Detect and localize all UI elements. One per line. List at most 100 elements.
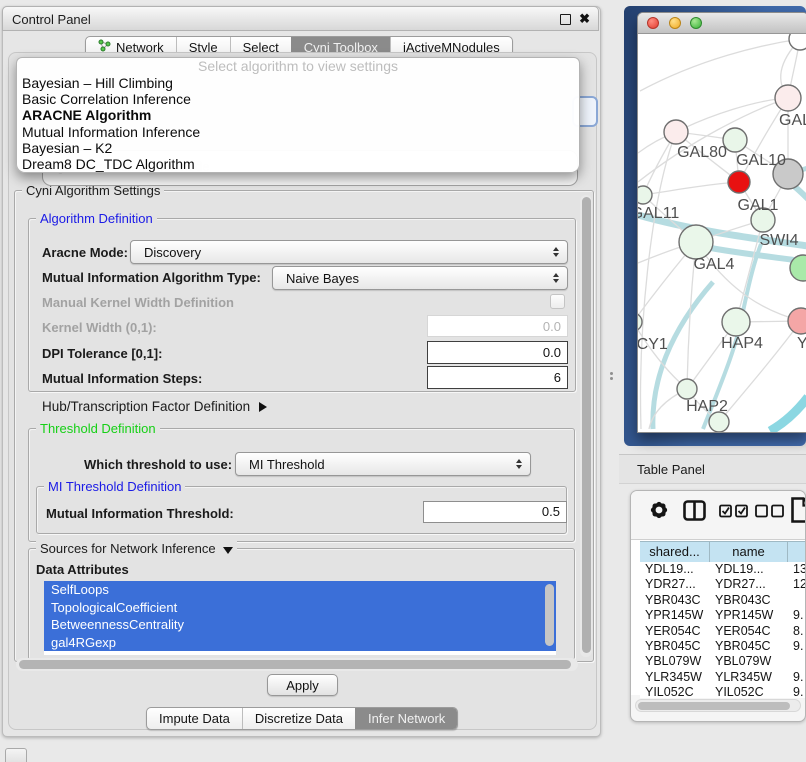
table-row-ybr045c[interactable]: YBR045CYBR045C9. [640, 639, 805, 654]
network-node-gcy1[interactable] [638, 313, 642, 331]
table-toolbar [631, 491, 805, 540]
gear-icon[interactable] [647, 498, 671, 527]
mi-threshold-field[interactable]: 0.5 [423, 501, 567, 523]
aracne-mode-value: Discovery [144, 245, 201, 260]
stepper-arrows-icon [516, 459, 522, 469]
table-cell: YBR045C [640, 639, 710, 654]
table-horizontal-scrollbar[interactable] [635, 699, 801, 712]
horizontal-scrollbar[interactable] [16, 658, 578, 671]
table-cell: 9. [788, 608, 805, 623]
tab-discretize-data[interactable]: Discretize Data [242, 708, 355, 729]
panel-divider-handle[interactable] [610, 372, 613, 375]
table-cell: 8. [788, 624, 805, 639]
network-canvas[interactable]: GALGAL80GAL10GAL1GAL11GAL4SWI4GCY1HAP4YH… [638, 34, 806, 433]
dpi-tolerance-field[interactable]: 0.0 [427, 341, 568, 364]
attribute-item-selfloops[interactable]: SelfLoops [44, 581, 556, 599]
node-label-gal10: GAL10 [736, 152, 786, 169]
mi-threshold-label: Mutual Information Threshold: [46, 506, 234, 521]
threshold-definition-legend: Threshold Definition [36, 421, 160, 436]
column-header-name[interactable]: name [710, 542, 788, 563]
kernel-width-field: 0.0 [427, 315, 568, 337]
control-panel-titlebar: Control Panel ✖ [2, 6, 599, 31]
manual-kernel-checkbox [550, 294, 565, 309]
tab-label: Infer Network [368, 708, 445, 729]
table-cell: 9. [788, 685, 805, 698]
apply-button[interactable]: Apply [267, 674, 338, 696]
settings-scrollbar[interactable] [580, 195, 592, 657]
algorithm-option-aracne-algorithm[interactable]: ARACNE Algorithm [17, 107, 579, 123]
float-window-icon[interactable] [560, 14, 571, 25]
network-node-hap2[interactable] [677, 379, 697, 399]
dpi-tolerance-label: DPI Tolerance [0,1]: [42, 346, 162, 361]
table-row-yer054c[interactable]: YER054CYER054C8. [640, 624, 805, 639]
tab-infer-network[interactable]: Infer Network [355, 708, 457, 729]
table-row-ybl079w[interactable]: YBL079WYBL079W [640, 654, 805, 669]
network-node[interactable] [709, 412, 729, 432]
node-label-hap2: HAP2 [686, 398, 728, 415]
mi-type-combo[interactable]: Naive Bayes [272, 266, 568, 290]
data-attributes-list[interactable]: SelfLoopsTopologicalCoefficientBetweenne… [44, 581, 556, 655]
mi-steps-label: Mutual Information Steps: [42, 371, 202, 386]
table-row-ydl19[interactable]: YDL19...YDL19...13 [640, 562, 805, 577]
algorithm-option-dream8-dc-tdc-algorithm[interactable]: Dream8 DC_TDC Algorithm [17, 156, 579, 172]
aracne-mode-combo[interactable]: Discovery [130, 240, 568, 264]
table-cell: YBR043C [640, 593, 710, 608]
table-cell: YPR145W [710, 608, 788, 623]
table-row-ypr145w[interactable]: YPR145WYPR145W9. [640, 608, 805, 623]
network-node-gal4[interactable] [679, 225, 713, 259]
hub-section-toggle[interactable]: Hub/Transcription Factor Definition [42, 399, 267, 414]
network-node-gal80[interactable] [664, 120, 688, 144]
table-row-ydr27[interactable]: YDR27...YDR27...12 [640, 577, 805, 592]
close-panel-icon[interactable]: ✖ [579, 11, 590, 27]
which-threshold-value: MI Threshold [249, 457, 325, 472]
table-cell [788, 593, 805, 608]
split-columns-icon[interactable] [683, 500, 706, 526]
minimize-window-icon[interactable] [669, 17, 681, 29]
stepper-arrows-icon [553, 247, 559, 257]
algorithm-option-basic-correlation-inference[interactable]: Basic Correlation Inference [17, 91, 579, 107]
tab-label: Impute Data [159, 708, 230, 729]
panel-divider-handle[interactable] [610, 377, 613, 380]
hub-section-label: Hub/Transcription Factor Definition [42, 399, 250, 414]
table-row-yil052c[interactable]: YIL052CYIL052C9. [640, 685, 805, 698]
deselect-all-icon[interactable] [755, 504, 785, 523]
table-cell: YDL19... [710, 562, 788, 577]
which-threshold-label: Which threshold to use: [84, 457, 232, 472]
algorithm-option-bayesian-k2[interactable]: Bayesian – K2 [17, 140, 579, 156]
network-node-hap4[interactable] [722, 308, 750, 336]
which-threshold-combo[interactable]: MI Threshold [235, 452, 531, 476]
network-node[interactable] [789, 34, 806, 50]
network-node-gal[interactable] [775, 85, 801, 111]
column-header-shared[interactable]: shared... [640, 542, 710, 563]
attribute-item-betweennesscentrality[interactable]: BetweennessCentrality [44, 616, 556, 634]
import-table-icon[interactable] [790, 496, 806, 529]
algorithm-option-bayesian-hill-climbing[interactable]: Bayesian – Hill Climbing [17, 75, 579, 91]
sources-legend[interactable]: Sources for Network Inference [36, 541, 237, 556]
table-cell: YBR043C [710, 593, 788, 608]
select-all-icon[interactable] [719, 504, 749, 523]
network-window: GALGAL80GAL10GAL1GAL11GAL4SWI4GCY1HAP4YH… [637, 12, 806, 433]
table-cell: YIL052C [640, 685, 710, 698]
table-cell: YLR345W [640, 670, 710, 685]
table-cell: YER054C [710, 624, 788, 639]
attribute-item-gal4rgexp[interactable]: gal4RGexp [44, 634, 556, 652]
table-row-ybr043c[interactable]: YBR043CYBR043C [640, 593, 805, 608]
table-row-ylr345w[interactable]: YLR345WYLR345W9. [640, 670, 805, 685]
zoom-window-icon[interactable] [690, 17, 702, 29]
column-header-a[interactable]: A [788, 542, 806, 563]
list-scrollbar[interactable] [545, 584, 554, 646]
manual-kernel-label: Manual Kernel Width Definition [42, 295, 234, 310]
algorithm-option-mutual-information-inference[interactable]: Mutual Information Inference [17, 124, 579, 140]
attribute-item-topologicalcoefficient[interactable]: TopologicalCoefficient [44, 599, 556, 617]
network-node-y[interactable] [788, 308, 806, 334]
mi-steps-field[interactable]: 6 [427, 366, 568, 389]
tab-impute-data[interactable]: Impute Data [147, 708, 242, 729]
close-window-icon[interactable] [647, 17, 659, 29]
table-cell: YLR345W [710, 670, 788, 685]
table-cell [788, 654, 805, 669]
floating-panel-icon[interactable] [5, 748, 27, 762]
table-cell: YIL052C [710, 685, 788, 698]
network-node-gal11[interactable] [638, 186, 652, 204]
network-node[interactable] [728, 171, 750, 193]
network-window-titlebar[interactable] [638, 13, 806, 34]
